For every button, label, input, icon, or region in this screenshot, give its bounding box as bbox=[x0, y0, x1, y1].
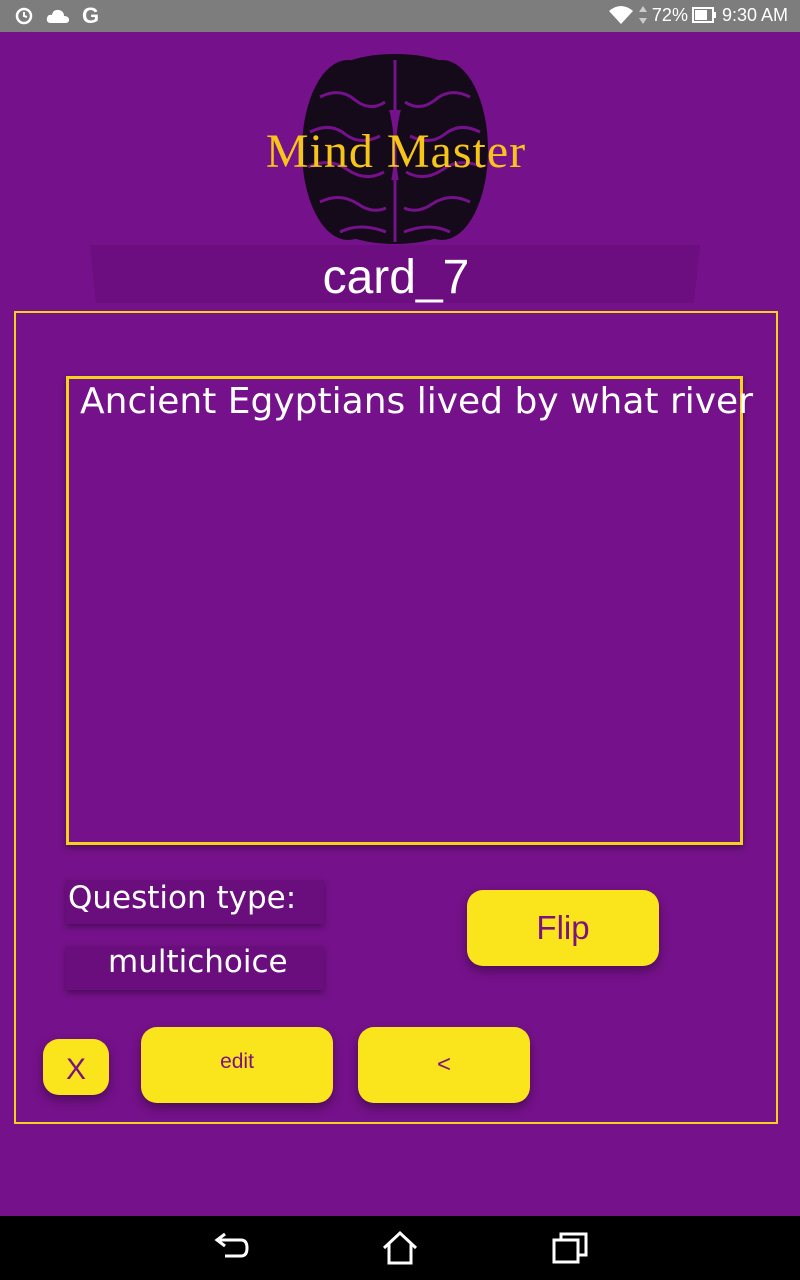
app-title: Mind Master bbox=[265, 125, 527, 178]
recents-icon[interactable] bbox=[550, 1230, 590, 1266]
home-icon[interactable] bbox=[380, 1230, 420, 1266]
question-box bbox=[66, 376, 743, 845]
cloud-icon bbox=[46, 9, 69, 23]
clock: 9:30 AM bbox=[721, 4, 788, 25]
edit-button[interactable]: edit bbox=[141, 1027, 333, 1103]
wifi-icon bbox=[608, 6, 633, 24]
flip-button[interactable]: Flip bbox=[467, 890, 659, 966]
question-type-value: multichoice bbox=[108, 944, 288, 980]
back-icon[interactable] bbox=[211, 1230, 251, 1266]
sync-icon bbox=[15, 7, 33, 25]
navigation-bar bbox=[0, 1216, 800, 1280]
google-icon: G bbox=[82, 3, 100, 28]
data-arrows-icon bbox=[638, 6, 647, 24]
status-bar: G 72% 9:30 AM bbox=[0, 0, 800, 32]
back-button[interactable]: < bbox=[358, 1027, 530, 1103]
battery-percent: 72% bbox=[651, 4, 688, 25]
close-button[interactable]: X bbox=[43, 1039, 109, 1095]
card-name: card_7 bbox=[322, 251, 470, 304]
question-type-label: Question type: bbox=[68, 880, 297, 916]
question-text: Ancient Egyptians lived by what river bbox=[80, 381, 753, 422]
battery-icon bbox=[691, 7, 716, 23]
